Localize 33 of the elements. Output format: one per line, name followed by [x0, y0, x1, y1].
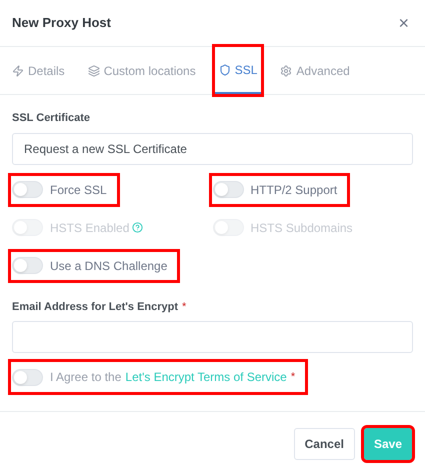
toggle-label: Force SSL	[50, 182, 107, 198]
toggle-row[interactable]: Force SSL	[11, 176, 117, 204]
shield-icon	[218, 64, 231, 76]
toggle-switch[interactable]	[12, 257, 43, 274]
toggle-label: Use a DNS Challenge	[50, 258, 168, 274]
email-field[interactable]	[12, 321, 413, 353]
toggle-label: HTTP/2 Support	[250, 182, 338, 198]
toggle-row[interactable]: Use a DNS Challenge	[11, 252, 178, 280]
gear-icon	[280, 64, 292, 76]
lightning-icon	[12, 64, 24, 76]
tab[interactable]: Details	[8, 47, 69, 94]
toggle-switch[interactable]	[212, 181, 244, 198]
toggle-label: HSTS Subdomains	[250, 220, 353, 236]
agree-label: I Agree to the	[50, 369, 122, 386]
tab[interactable]: Custom locations	[84, 47, 200, 94]
required-mark: *	[182, 300, 186, 314]
terms-link[interactable]: Let's Encrypt Terms of Service	[125, 368, 287, 386]
certificate-select[interactable]: Request a new SSL Certificate	[12, 132, 413, 164]
required-mark: *	[290, 370, 296, 385]
agree-row[interactable]: I Agree to the Let's Encrypt Terms of Service *	[11, 362, 306, 392]
field-label: SSL Certificate	[12, 111, 92, 126]
field-label: Email Address for Let's Encrypt	[12, 300, 178, 314]
save-button[interactable]: Save	[364, 428, 412, 460]
cancel-button[interactable]: Cancel	[294, 428, 355, 460]
dialog-title: New Proxy Host	[12, 14, 111, 32]
toggle-switch[interactable]	[12, 181, 43, 198]
layers-icon	[88, 64, 100, 76]
tab[interactable]: Advanced	[276, 47, 354, 94]
toggle-row[interactable]: HTTP/2 Support	[212, 176, 348, 204]
toggle-switch[interactable]	[12, 368, 43, 386]
close-button[interactable]: ×	[394, 14, 413, 32]
tab[interactable]: SSL	[214, 47, 262, 94]
toggle-label: HSTS Enabled	[50, 220, 130, 236]
